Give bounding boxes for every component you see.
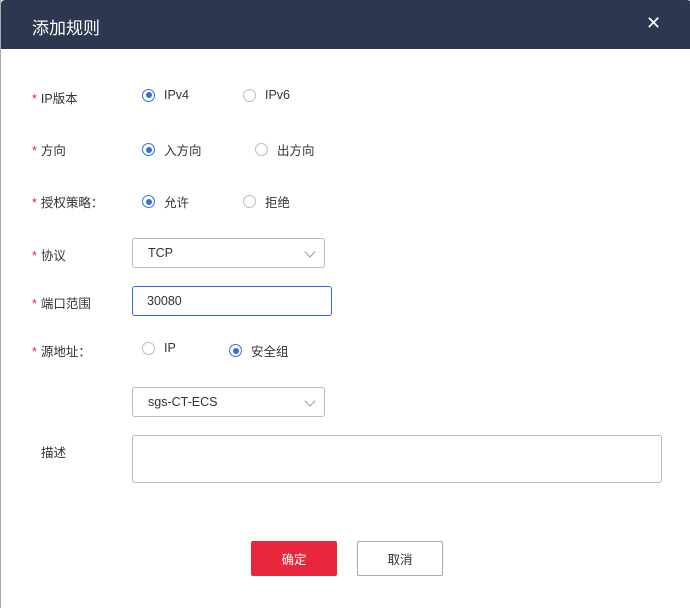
policy-label: * 授权策略： [32,196,104,210]
security-group-select[interactable]: sgs-CT-ECS [132,387,325,417]
description-label: 描述 [41,446,67,460]
chevron-down-icon [304,395,316,407]
radio-source-ip[interactable]: IP [142,341,176,355]
direction-label: * 方向 [32,144,66,158]
radio-deny[interactable]: 拒绝 [243,192,290,211]
radio-allow[interactable]: 允许 [142,192,189,211]
radio-outbound[interactable]: 出方向 [255,140,315,159]
port-input[interactable] [132,286,332,316]
radio-unchecked-icon [142,341,155,355]
radio-inbound[interactable]: 入方向 [142,140,202,159]
port-label: * 端口范围 [32,297,91,311]
radio-ipv4[interactable]: IPv4 [142,88,189,102]
radio-checked-icon [142,195,155,208]
cancel-button[interactable]: 取消 [357,541,443,576]
ip-version-label: * IP版本 [32,92,78,106]
close-icon[interactable]: ✕ [646,14,661,32]
radio-unchecked-icon [255,143,268,156]
dialog-header: 添加规则 ✕ [1,0,690,49]
radio-ipv6[interactable]: IPv6 [243,88,290,102]
protocol-label: * 协议 [32,249,66,263]
radio-checked-icon [229,344,242,357]
protocol-select[interactable]: TCP [132,238,325,268]
radio-source-security-group[interactable]: 安全组 [229,341,289,360]
radio-unchecked-icon [243,88,256,102]
dialog-title: 添加规则 [32,19,100,38]
source-label: * 源地址： [32,345,91,359]
radio-checked-icon [142,88,155,102]
radio-unchecked-icon [243,195,256,208]
chevron-down-icon [304,246,316,258]
radio-checked-icon [142,143,155,156]
confirm-button[interactable]: 确定 [251,541,337,576]
description-input[interactable] [132,435,662,483]
